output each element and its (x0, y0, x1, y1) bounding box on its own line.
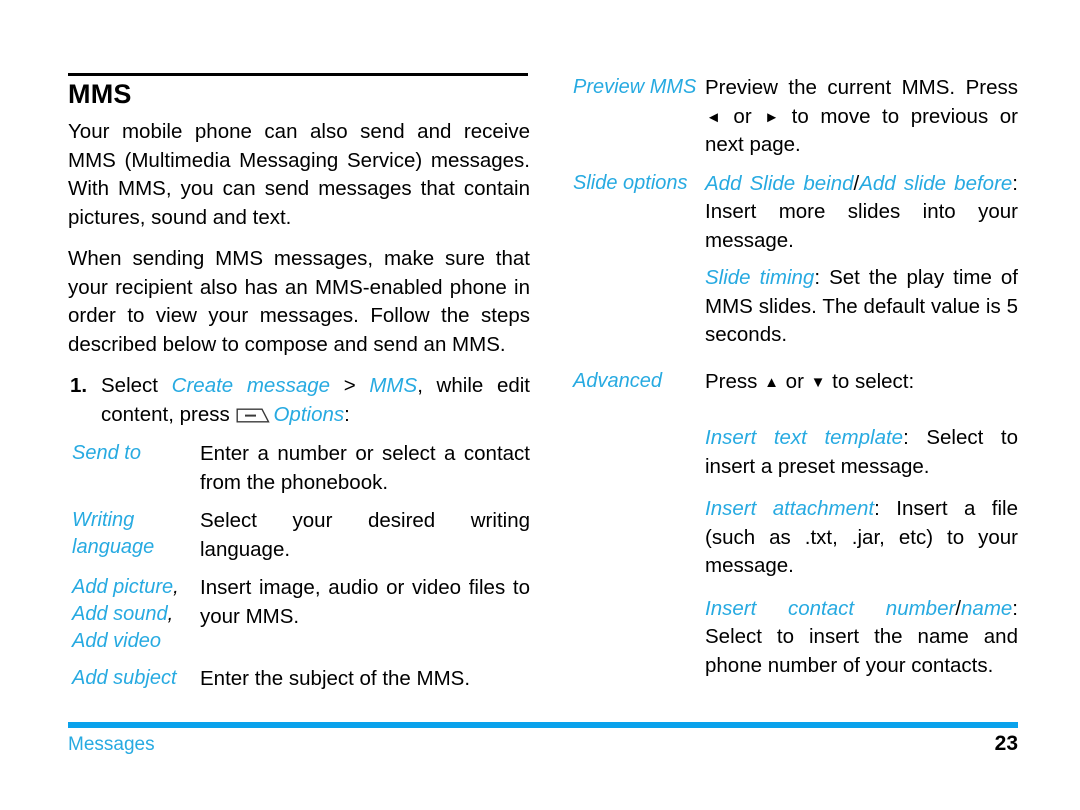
step-text-lead: Select (101, 374, 172, 397)
submenu-insert-contact-number[interactable]: Insert contact number (705, 597, 955, 620)
option-row-add-media: Add picture, Add sound, Add video Insert i… (68, 574, 530, 652)
submenu-insert-contact-name[interactable]: name (961, 597, 1012, 620)
menu-path-options[interactable]: Options (273, 403, 344, 426)
option-desc-slide-options: Add Slide beind/Add slide before: Insert… (705, 170, 1018, 350)
option-term-send-to[interactable]: Send to (72, 440, 198, 467)
arrow-right-icon: ► (764, 108, 780, 126)
step-text-end: : (344, 402, 350, 426)
option-row-advanced: Advanced Press ▲ or ▼ to select: (573, 368, 1018, 397)
document-page: MMS Your mobile phone can also send and … (0, 0, 1080, 810)
option-row-slide-options: Slide options Add Slide beind/Add slide … (573, 170, 1018, 350)
option-desc-add-subject: Enter the subject of the MMS. (200, 667, 471, 690)
page-number: 23 (994, 732, 1018, 755)
step-item-1: 1. Select Create message > MMS, while edi… (68, 372, 530, 429)
advanced-desc-suffix: to select: (826, 369, 915, 393)
option-term-writing-language[interactable]: Writing language (72, 507, 198, 561)
option-desc-preview-mms: Preview the current MMS. Press ◄ or ► to… (705, 74, 1018, 160)
advanced-item-text-1: Insert text template: Select to insert a… (705, 424, 1018, 481)
footer-section-label: Messages (68, 734, 155, 755)
slide-options-desc-a: Add Slide beind/Add slide before: Insert… (705, 170, 1018, 256)
submenu-add-slide-before[interactable]: Add slide before (859, 172, 1012, 195)
slide-options-desc-b: Slide timing: Set the play time of MMS s… (705, 264, 1018, 350)
advanced-item-insert-attachment: Insert attachment: Insert a file (such a… (705, 495, 1018, 581)
arrow-down-icon: ▼ (810, 373, 826, 391)
option-desc-add-media: Insert image, audio or video files to yo… (200, 576, 530, 628)
step-marker: 1. (70, 374, 88, 397)
option-term-add-picture[interactable]: Add picture (72, 576, 173, 598)
advanced-item-text-3: Insert contact number/name: Select to in… (705, 595, 1018, 681)
arrow-up-icon: ▲ (764, 373, 779, 391)
option-desc-writing-language: Select your desired writing language. (200, 509, 530, 561)
intro-paragraph-1: Your mobile phone can also send and rece… (68, 120, 530, 229)
menu-path-mms[interactable]: MMS (369, 374, 417, 397)
option-row-send-to: Send to Enter a number or select a conta… (68, 440, 530, 497)
left-column: Your mobile phone can also send and rece… (68, 118, 530, 704)
right-column: Preview MMS Preview the current MMS. Pre… (573, 74, 1018, 690)
option-term-advanced[interactable]: Advanced (573, 368, 701, 395)
submenu-slide-timing[interactable]: Slide timing (705, 266, 814, 289)
submenu-insert-attachment[interactable]: Insert attachment (705, 497, 874, 520)
option-term-add-sound[interactable]: Add sound (72, 603, 168, 625)
option-desc-send-to: Enter a number or select a contact from … (200, 442, 530, 494)
option-row-add-subject: Add subject Enter the subject of the MMS… (68, 665, 530, 694)
submenu-add-slide-behind[interactable]: Add Slide beind (705, 172, 854, 195)
submenu-insert-text-template[interactable]: Insert text template (705, 426, 903, 449)
option-term-add-subject[interactable]: Add subject (72, 665, 198, 692)
advanced-desc-prefix: Press (705, 369, 764, 393)
option-term-add-video[interactable]: Add video (72, 630, 161, 652)
option-row-preview-mms: Preview MMS Preview the current MMS. Pre… (573, 74, 1018, 160)
preview-desc-middle: or (721, 104, 764, 128)
softkey-left-icon (236, 408, 271, 423)
option-term-preview-mms[interactable]: Preview MMS (573, 74, 701, 101)
advanced-item-text-2: Insert attachment: Insert a file (such a… (705, 495, 1018, 581)
option-term-add-media[interactable]: Add picture, Add sound, Add video (72, 574, 198, 655)
advanced-desc-middle: or (779, 369, 810, 393)
footer-rule (68, 722, 1018, 728)
advanced-item-insert-contact: Insert contact number/name: Select to in… (705, 595, 1018, 681)
intro-paragraph-2: When sending MMS messages, make sure tha… (68, 247, 530, 356)
advanced-item-insert-text-template: Insert text template: Select to insert a… (705, 424, 1018, 481)
option-term-slide-options[interactable]: Slide options (573, 170, 701, 197)
term-comma-1: , (173, 576, 179, 598)
step-separator: > (330, 374, 370, 397)
term-comma-2: , (167, 603, 174, 625)
arrow-left-icon: ◄ (706, 108, 721, 126)
two-column-body: Your mobile phone can also send and rece… (0, 0, 1080, 700)
option-desc-advanced: Press ▲ or ▼ to select: (705, 368, 1018, 397)
menu-path-create-message[interactable]: Create message (172, 374, 330, 397)
preview-desc-prefix: Preview the current MMS. Press (705, 76, 1018, 99)
option-row-writing-language: Writing language Select your desired wri… (68, 507, 530, 564)
